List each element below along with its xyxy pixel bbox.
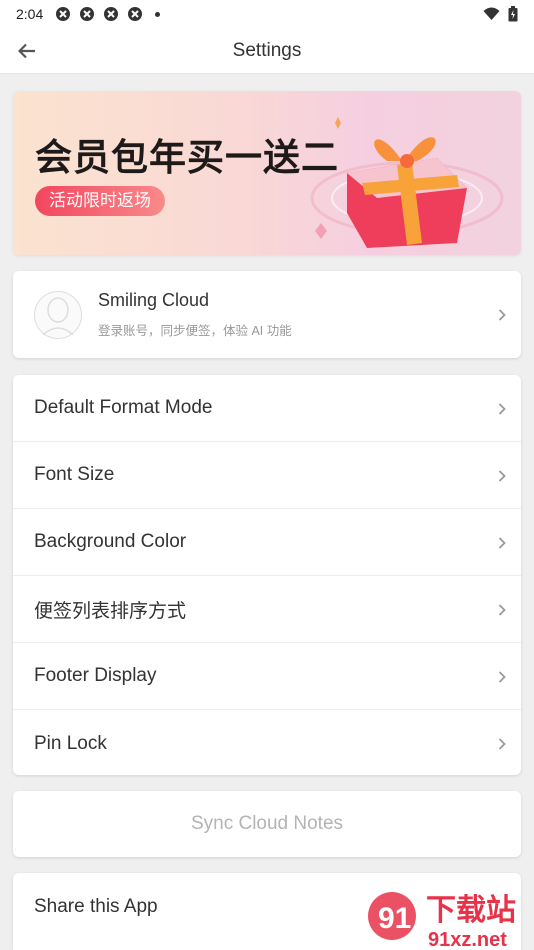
- site-watermark: 91 下载站 91xz.net: [368, 892, 516, 950]
- battery-icon: [508, 6, 518, 22]
- setting-label: Font Size: [34, 464, 115, 485]
- chevron-right-icon: [497, 537, 507, 549]
- arrow-left-icon: [18, 43, 35, 59]
- avatar-placeholder-icon: [34, 290, 82, 339]
- app-notification-icon: [56, 7, 71, 21]
- app-bar: Settings: [0, 28, 534, 74]
- chevron-right-icon: [497, 671, 507, 683]
- setting-default-format-mode[interactable]: Default Format Mode: [13, 375, 521, 442]
- banner-headline: 会员包年买一送二: [35, 137, 339, 178]
- more-notifications-dot: [155, 11, 161, 17]
- chevron-right-icon: [497, 309, 507, 321]
- account-subtitle: 登录账号，同步便签，体验 AI 功能: [98, 324, 292, 338]
- setting-label: Default Format Mode: [34, 397, 213, 418]
- setting-list-sort-order[interactable]: 便签列表排序方式: [13, 576, 521, 643]
- setting-label: 便签列表排序方式: [34, 600, 187, 622]
- promo-banner[interactable]: 会员包年买一送二 活动限时返场: [13, 91, 521, 255]
- app-notification-icon: [104, 7, 119, 21]
- setting-background-color[interactable]: Background Color: [13, 509, 521, 576]
- notification-icons: [55, 6, 161, 22]
- app-notification-icon: [128, 7, 143, 21]
- chevron-right-icon: [497, 604, 507, 616]
- wifi-icon: [483, 7, 500, 20]
- banner-tag: 活动限时返场: [35, 186, 165, 216]
- back-button[interactable]: [12, 36, 42, 66]
- chevron-right-icon: [497, 738, 507, 750]
- status-time: 2:04: [16, 6, 44, 22]
- setting-pin-lock[interactable]: Pin Lock: [13, 710, 521, 777]
- account-card[interactable]: Smiling Cloud 登录账号，同步便签，体验 AI 功能: [13, 271, 521, 358]
- chevron-right-icon: [497, 403, 507, 415]
- sync-cloud-notes-button[interactable]: Sync Cloud Notes: [13, 791, 521, 857]
- setting-label: Pin Lock: [34, 732, 107, 754]
- setting-footer-display[interactable]: Footer Display: [13, 643, 521, 710]
- watermark-site: 91xz.net: [428, 929, 507, 950]
- svg-text:91: 91: [378, 902, 411, 935]
- setting-font-size[interactable]: Font Size: [13, 442, 521, 509]
- app-notification-icon: [80, 7, 95, 21]
- setting-label: Background Color: [34, 531, 187, 552]
- watermark-text: 下载站: [426, 893, 516, 928]
- gift-box-illustration: [310, 117, 504, 248]
- sync-label: Sync Cloud Notes: [190, 813, 344, 834]
- share-label: Share this App: [34, 895, 158, 917]
- settings-list: Default Format Mode Font Size Background…: [13, 375, 521, 775]
- account-name: Smiling Cloud: [98, 290, 210, 310]
- chevron-right-icon: [497, 470, 507, 482]
- page-title: Settings: [232, 39, 302, 61]
- setting-label: Footer Display: [34, 665, 157, 686]
- status-bar: 2:04: [0, 0, 534, 28]
